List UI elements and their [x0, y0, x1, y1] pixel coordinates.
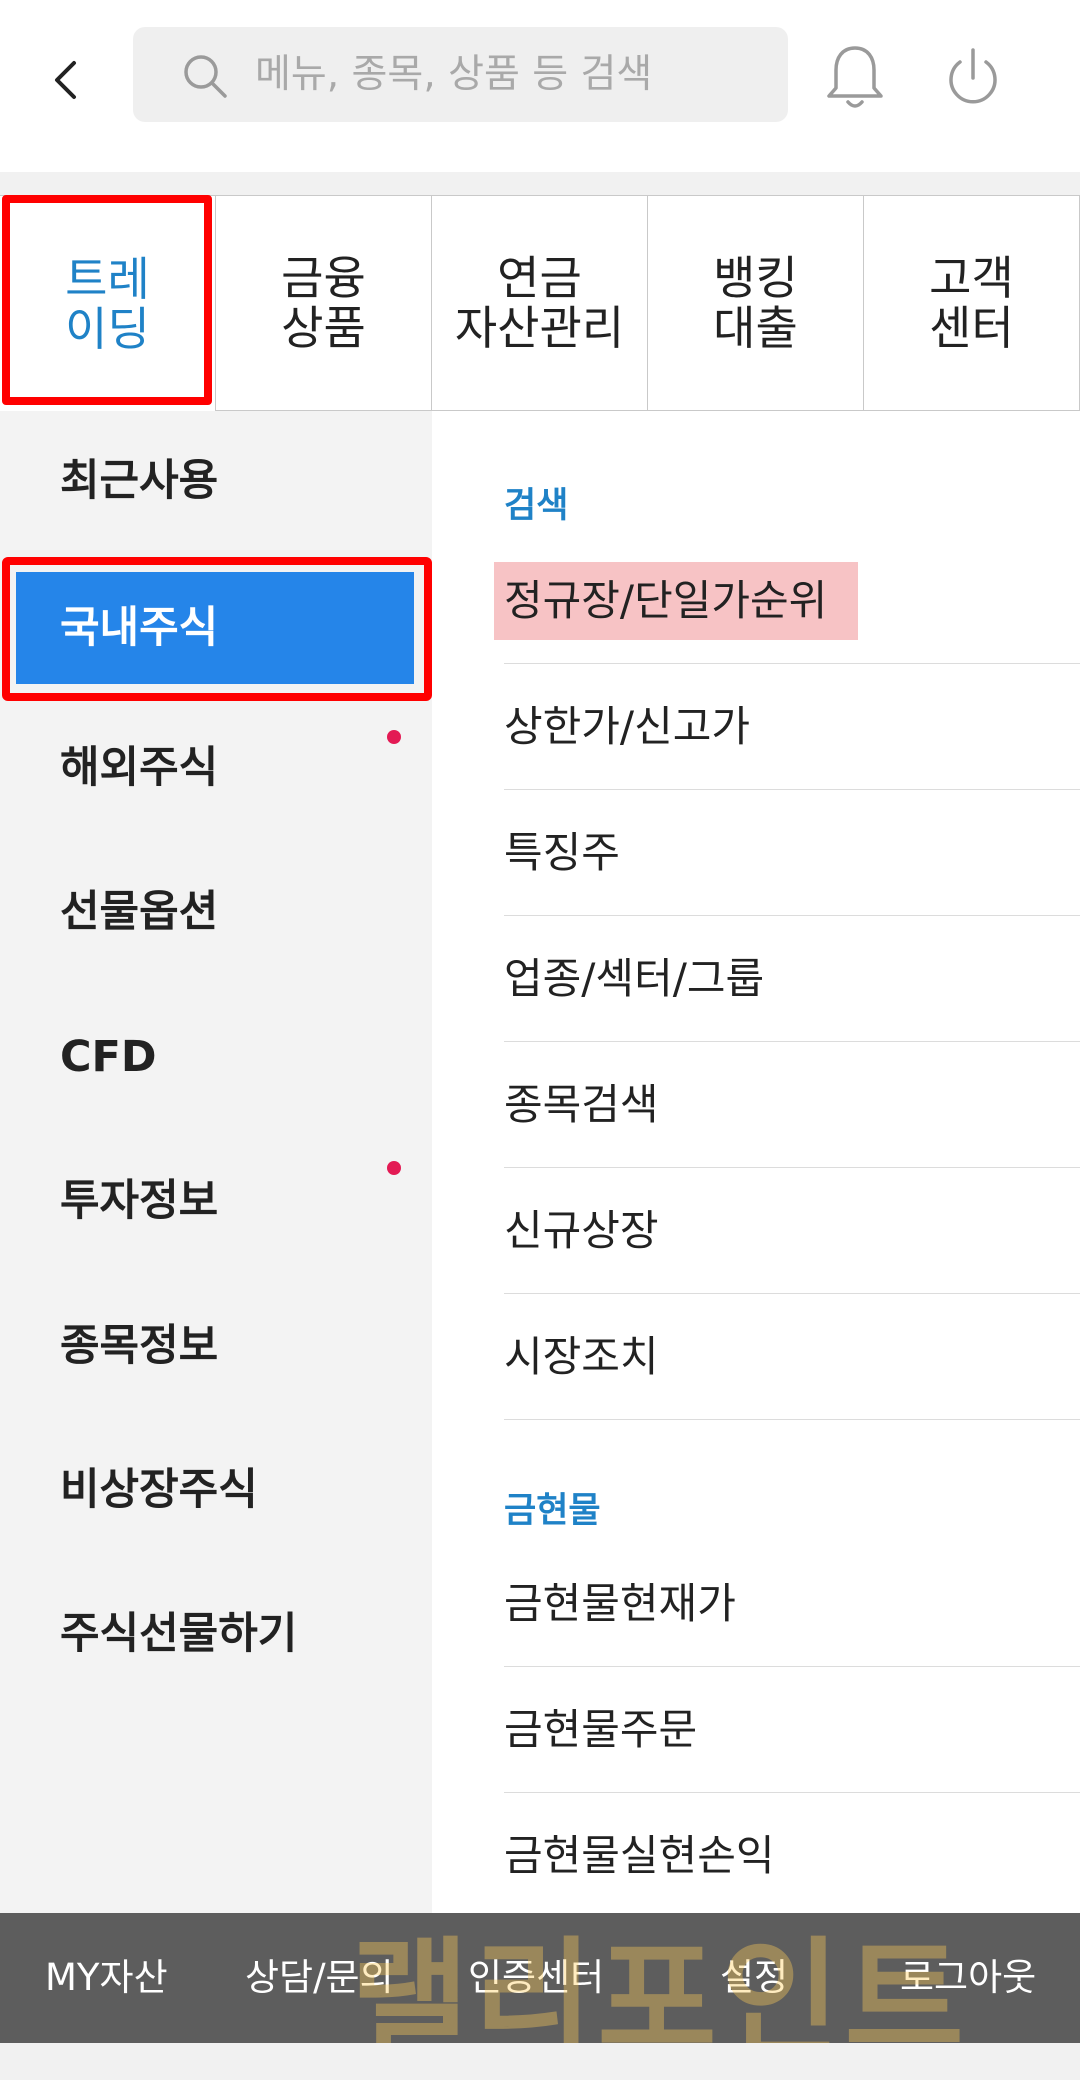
bottom-logout[interactable]: 로그아웃 [900, 1913, 1036, 2043]
new-dot [387, 1161, 401, 1175]
search-placeholder: 메뉴, 종목, 상품 등 검색 [255, 52, 653, 97]
sidebar-item-stock-gift[interactable]: 주식선물하기 [0, 1574, 432, 1694]
new-dot [387, 730, 401, 744]
sidebar-item-label: 해외주식 [60, 743, 219, 793]
menu-item-market-action[interactable]: 시장조치 [504, 1294, 1080, 1420]
sidebar-item-futures-options[interactable]: 선물옵션 [0, 852, 432, 972]
top-bar: 메뉴, 종목, 상품 등 검색 [0, 0, 1080, 172]
tab-customer-center[interactable]: 고객 센터 [864, 195, 1080, 411]
menu-item-label: 종목검색 [504, 1080, 659, 1129]
menu-item-regular-ranking[interactable]: 정규장/단일가순위 [504, 538, 1080, 664]
sidebar-item-cfd[interactable]: CFD [0, 997, 432, 1117]
section-title-gold: 금현물 [504, 1491, 601, 1531]
sidebar-item-stock-info[interactable]: 종목정보 [0, 1286, 432, 1406]
menu-item-label: 신규상장 [504, 1206, 659, 1255]
tab-financial-products[interactable]: 금융 상품 [216, 195, 432, 411]
chevron-left-icon [55, 61, 76, 99]
sidebar-item-recent[interactable]: 최근사용 [0, 421, 432, 541]
power-icon [949, 48, 997, 104]
sidebar-item-label: 비상장주식 [60, 1465, 258, 1515]
section-title-search: 검색 [504, 486, 569, 526]
menu-item-gold-realized-pnl[interactable]: 금현물실현손익 [504, 1793, 1080, 1919]
menu-item-upper-limit[interactable]: 상한가/신고가 [504, 664, 1080, 790]
sidebar-item-label: 국내주식 [60, 603, 219, 653]
tab-banking[interactable]: 뱅킹 대출 [648, 195, 864, 411]
sidebar-item-label: 최근사용 [60, 456, 219, 506]
menu-item-new-listing[interactable]: 신규상장 [504, 1168, 1080, 1294]
power-button[interactable] [938, 40, 1008, 116]
menu-item-label: 시장조치 [504, 1332, 659, 1381]
menu-item-label: 금현물실현손익 [504, 1831, 775, 1880]
menu-item-label: 특징주 [504, 828, 620, 877]
bottom-strip [0, 2043, 1080, 2080]
sidebar-item-label: 종목정보 [60, 1321, 219, 1371]
bottom-bar: MY자산 상담/문의 인증센터 설정 로그아웃 [0, 1913, 1080, 2043]
sidebar-item-domestic-stock[interactable]: 국내주식 [0, 568, 432, 688]
tab-pension[interactable]: 연금 자산관리 [432, 195, 648, 411]
menu-item-label: 정규장/단일가순위 [504, 576, 828, 625]
back-button[interactable] [40, 45, 110, 115]
menu-item-gold-order[interactable]: 금현물주문 [504, 1667, 1080, 1793]
menu-item-label: 상한가/신고가 [504, 702, 750, 751]
search-icon [184, 55, 227, 98]
tab-trading[interactable]: 트레 이딩 [0, 195, 216, 411]
notification-button[interactable] [820, 40, 890, 116]
menu-item-sector-group[interactable]: 업종/섹터/그룹 [504, 916, 1080, 1042]
top-divider [0, 172, 1080, 195]
sidebar-item-label: 투자정보 [60, 1176, 219, 1226]
sidebar-item-investment-info[interactable]: 투자정보 [0, 1141, 432, 1261]
bottom-auth-center[interactable]: 인증센터 [468, 1913, 604, 2043]
sidebar-item-label: 주식선물하기 [60, 1609, 298, 1659]
menu-item-stock-search[interactable]: 종목검색 [504, 1042, 1080, 1168]
sidebar-item-unlisted-stock[interactable]: 비상장주식 [0, 1430, 432, 1550]
bottom-settings[interactable]: 설정 [720, 1913, 788, 2043]
sidebar-item-overseas-stock[interactable]: 해외주식 [0, 708, 432, 828]
category-tabs: 트레 이딩 금융 상품 연금 자산관리 뱅킹 대출 고객 센터 [0, 195, 1080, 411]
bottom-consult[interactable]: 상담/문의 [245, 1913, 394, 2043]
bell-icon [827, 46, 883, 108]
menu-item-featured-stock[interactable]: 특징주 [504, 790, 1080, 916]
sidebar-item-label: CFD [60, 1032, 157, 1082]
menu-item-label: 금현물주문 [504, 1705, 698, 1754]
bottom-my-assets[interactable]: MY자산 [45, 1913, 168, 2043]
menu-item-label: 금현물현재가 [504, 1579, 736, 1628]
menu-item-label: 업종/섹터/그룹 [504, 954, 765, 1003]
search-input[interactable]: 메뉴, 종목, 상품 등 검색 [133, 27, 788, 122]
sidebar-item-label: 선물옵션 [60, 887, 219, 937]
menu-item-gold-price[interactable]: 금현물현재가 [504, 1541, 1080, 1667]
